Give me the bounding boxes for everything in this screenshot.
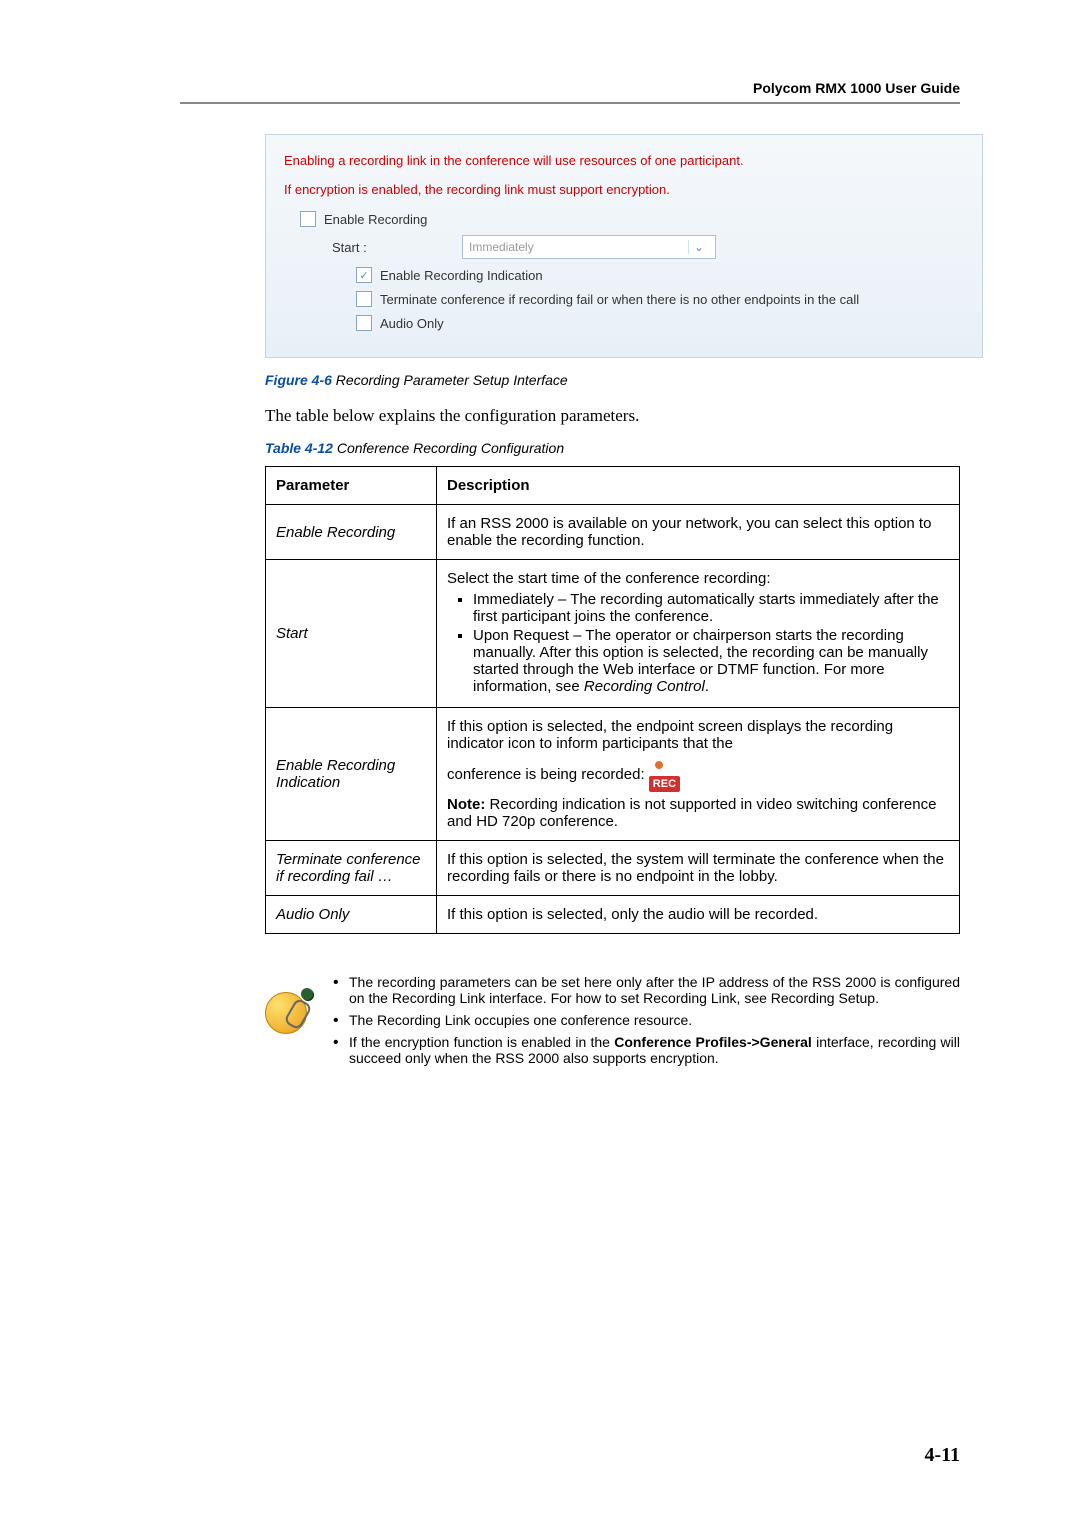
enable-recording-checkbox[interactable] <box>300 211 316 227</box>
figure-number: Figure 4-6 <box>265 372 332 388</box>
note-list: The recording parameters can be set here… <box>327 974 960 1072</box>
audio-only-row: Audio Only <box>284 315 964 331</box>
indication-note: Note: Recording indication is not suppor… <box>447 796 949 830</box>
rec-badge-icon: REC <box>649 776 680 792</box>
table-caption: Table 4-12 Conference Recording Configur… <box>265 440 960 456</box>
note-icon <box>265 992 309 1036</box>
enable-recording-label: Enable Recording <box>324 212 427 227</box>
warning-text-1: Enabling a recording link in the confere… <box>284 153 964 168</box>
start-lead: Select the start time of the conference … <box>447 570 771 587</box>
param-cell: Start <box>266 560 437 708</box>
indication-rec-line: conference is being recorded: REC <box>447 758 949 792</box>
header-rule <box>180 102 960 104</box>
table-row: Enable Recording If an RSS 2000 is avail… <box>266 505 960 560</box>
enable-indication-checkbox[interactable]: ✓ <box>356 267 372 283</box>
param-cell: Enable Recording Indication <box>266 708 437 841</box>
terminate-label: Terminate conference if recording fail o… <box>380 292 859 307</box>
note-item: If the encryption function is enabled in… <box>327 1034 960 1066</box>
table-row: Start Select the start time of the confe… <box>266 560 960 708</box>
enable-indication-label: Enable Recording Indication <box>380 268 543 283</box>
warning-text-2: If encryption is enabled, the recording … <box>284 182 964 197</box>
chevron-down-icon: ⌄ <box>688 240 709 254</box>
desc-cell: If this option is selected, only the aud… <box>437 896 960 934</box>
audio-only-label: Audio Only <box>380 316 444 331</box>
enable-indication-row: ✓ Enable Recording Indication <box>284 267 964 283</box>
bullet-immediately: Immediately – The recording automaticall… <box>473 591 949 625</box>
page: Polycom RMX 1000 User Guide Enabling a r… <box>0 0 1080 1527</box>
desc-cell: Select the start time of the conference … <box>437 560 960 708</box>
desc-cell: If this option is selected, the endpoint… <box>437 708 960 841</box>
figure-caption: Figure 4-6 Recording Parameter Setup Int… <box>265 372 960 388</box>
enable-recording-row: Enable Recording <box>284 211 964 227</box>
bullet-upon-request: Upon Request – The operator or chairpers… <box>473 627 949 695</box>
table-header-row: Parameter Description <box>266 467 960 505</box>
rec-dot-icon <box>649 761 667 771</box>
start-dropdown-value: Immediately <box>469 240 534 254</box>
indication-text-1: If this option is selected, the endpoint… <box>447 718 949 752</box>
start-bullets: Immediately – The recording automaticall… <box>447 591 949 695</box>
desc-cell: If an RSS 2000 is available on your netw… <box>437 505 960 560</box>
config-table: Parameter Description Enable Recording I… <box>265 466 960 934</box>
header-title: Polycom RMX 1000 User Guide <box>180 80 960 96</box>
terminate-checkbox[interactable] <box>356 291 372 307</box>
audio-only-checkbox[interactable] <box>356 315 372 331</box>
header-description: Description <box>437 467 960 505</box>
note-item: The Recording Link occupies one conferen… <box>327 1012 960 1028</box>
table-number: Table 4-12 <box>265 440 333 456</box>
terminate-row: Terminate conference if recording fail o… <box>284 291 964 307</box>
recording-settings-panel: Enabling a recording link in the confere… <box>265 134 983 358</box>
table-row: Enable Recording Indication If this opti… <box>266 708 960 841</box>
param-cell: Terminate conference if recording fail … <box>266 841 437 896</box>
param-cell: Audio Only <box>266 896 437 934</box>
table-row: Terminate conference if recording fail …… <box>266 841 960 896</box>
note-section: The recording parameters can be set here… <box>265 974 960 1072</box>
start-dropdown[interactable]: Immediately ⌄ <box>462 235 716 259</box>
table-row: Audio Only If this option is selected, o… <box>266 896 960 934</box>
page-number: 4-11 <box>924 1444 960 1467</box>
start-label: Start : <box>332 240 432 255</box>
note-item: The recording parameters can be set here… <box>327 974 960 1006</box>
figure-text: Recording Parameter Setup Interface <box>332 372 568 388</box>
table-caption-text: Conference Recording Configuration <box>333 440 564 456</box>
desc-cell: If this option is selected, the system w… <box>437 841 960 896</box>
header-parameter: Parameter <box>266 467 437 505</box>
param-cell: Enable Recording <box>266 505 437 560</box>
start-row: Start : Immediately ⌄ <box>284 235 964 259</box>
intro-text: The table below explains the configurati… <box>265 406 960 426</box>
